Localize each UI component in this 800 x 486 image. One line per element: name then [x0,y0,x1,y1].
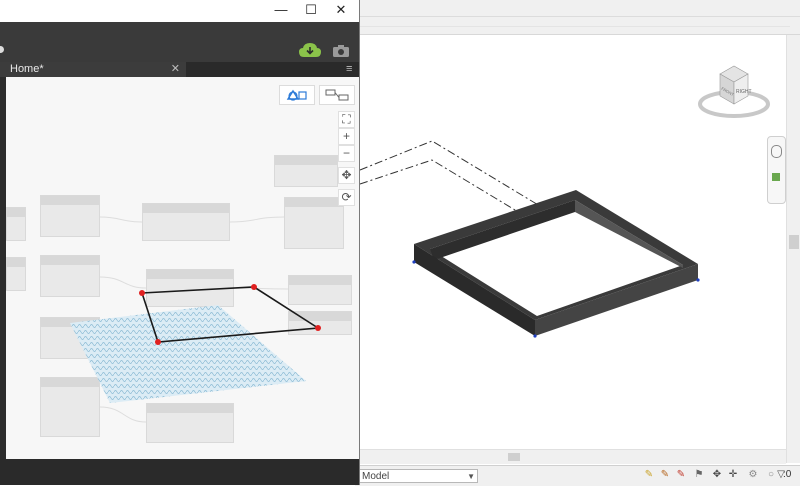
geometry-view-icon [286,89,307,101]
control-point [251,284,257,290]
menu-dot [0,46,4,53]
tab-menu-icon[interactable]: ≡ [346,63,358,75]
dynamo-canvas[interactable]: ⛶ + − ✥ ⟳ [6,77,359,459]
control-point [139,290,145,296]
geometry-view-button[interactable] [279,85,315,105]
navigation-bar[interactable] [767,136,786,204]
background-3d-preview [70,216,321,423]
chevron-down-icon: ▼ [467,472,475,481]
tab-home[interactable]: Home* ✕ [0,62,186,77]
control-point [315,325,321,331]
steering-wheel-icon[interactable] [771,145,782,158]
graph-view-button[interactable] [319,85,355,105]
gear-icon[interactable]: ⚙ [747,469,759,481]
maximize-button[interactable]: ☐ [296,0,326,22]
zoom-out-button[interactable]: − [338,145,355,162]
workspace-tabbar: Home* ✕ ≡ [0,62,359,77]
graph-view-icon [325,89,349,101]
cloud-download-icon[interactable] [298,42,322,60]
revit-status-bar: Model ▼ ✎ ✎ ✎ ⚑ ✥ ✛ ⚙ ○ ▽ :0 [355,465,800,486]
select-pinned-icon[interactable]: ✥ [711,469,723,481]
dynamo-bottom-bar [0,459,359,485]
dynamo-toolbar [0,22,359,62]
design-option-icon[interactable]: ✎ [659,469,671,481]
viewcube[interactable]: RIGHT FRONT [696,60,776,122]
pan-button[interactable]: ✥ [338,167,355,184]
view-toggle[interactable] [279,85,357,105]
drag-elements-icon[interactable]: ✛ [727,469,739,481]
close-button[interactable]: ✕ [326,0,356,22]
dynamo-window: — ☐ ✕ Home* ✕ ≡ ⛶ + − ✥ ⟳ [0,0,360,485]
camera-icon[interactable] [332,44,350,58]
tab-home-label: Home* [10,63,44,75]
zoom-region-icon[interactable] [772,173,780,181]
tab-close-icon[interactable]: ✕ [171,62,180,77]
worksharing-icon[interactable]: ✎ [643,469,655,481]
zoom-fit-button[interactable]: ⛶ [338,111,355,128]
zoom-in-button[interactable]: + [338,128,355,145]
dynamo-titlebar: — ☐ ✕ [0,0,359,23]
control-point [155,339,161,345]
revit-vertical-scrollbar[interactable] [786,35,800,463]
orbit-button[interactable]: ⟳ [338,189,355,206]
revit-horizontal-scrollbar[interactable] [360,449,786,464]
select-underlay-icon[interactable]: ⚑ [693,469,705,481]
select-links-icon[interactable]: ✎ [675,469,687,481]
viewcube-right-label: RIGHT [736,89,752,95]
minimize-button[interactable]: — [266,0,296,22]
filter-count: :0 [783,469,792,480]
view-model-select-value: Model [362,471,390,482]
view-model-select[interactable]: Model ▼ [358,469,478,483]
